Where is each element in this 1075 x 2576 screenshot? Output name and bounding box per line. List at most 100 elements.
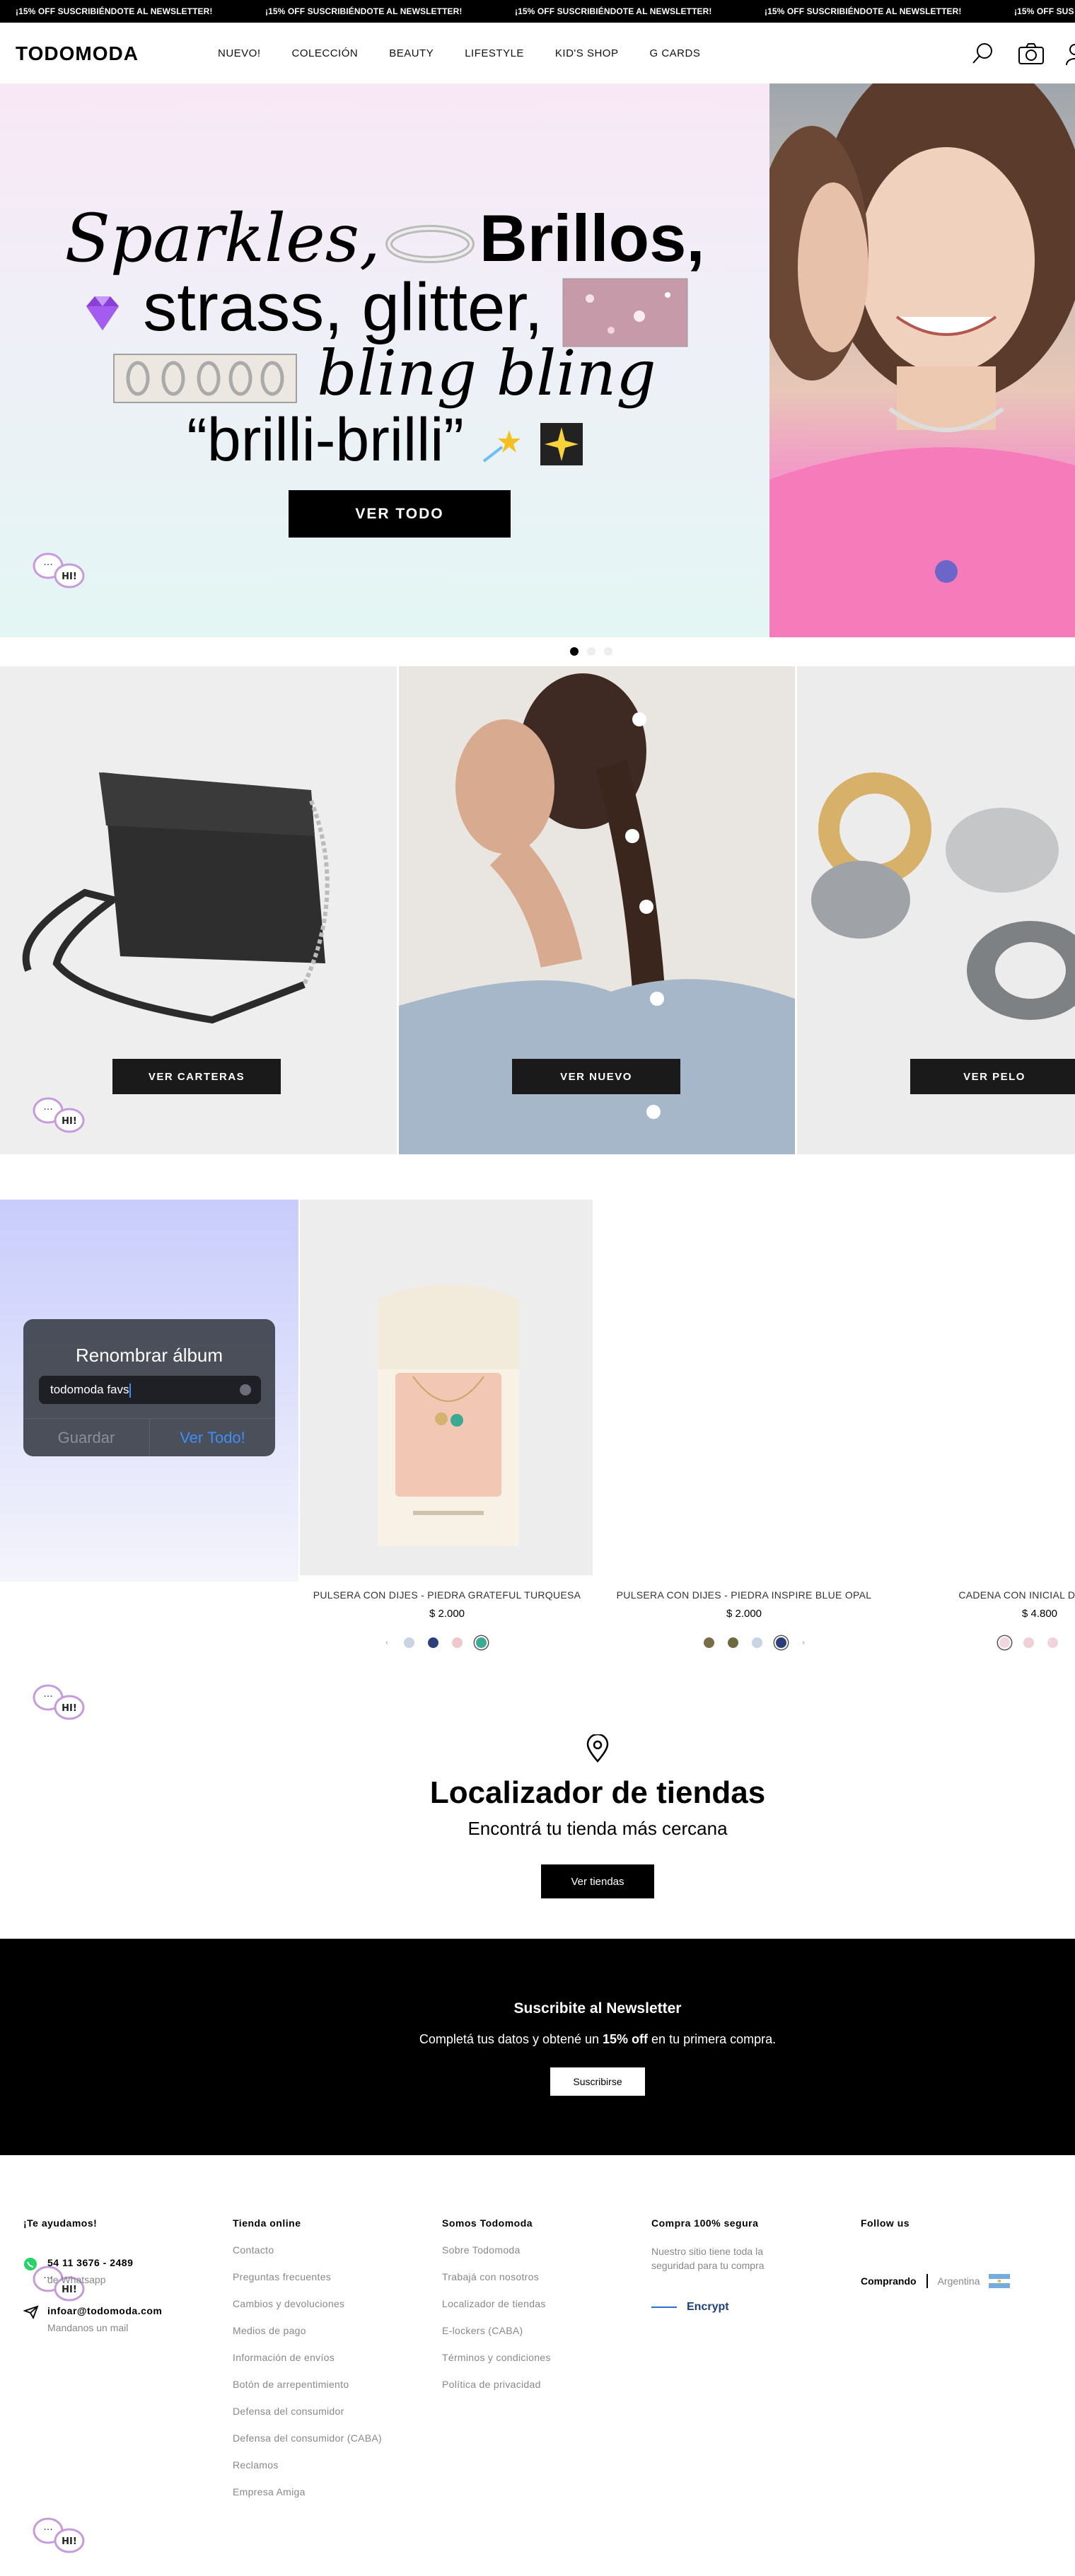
album-name-value: todomoda favs: [50, 1383, 129, 1396]
nav-item-gcards[interactable]: G CARDS: [649, 47, 700, 59]
country-label: Comprando: [861, 2275, 917, 2287]
footer-help: ¡Te ayudamos! 54 11 3676 - 2489 de Whats…: [23, 2217, 207, 2333]
save-button[interactable]: Guardar: [23, 1419, 149, 1456]
footer-link[interactable]: Trabajá con nosotros: [442, 2271, 626, 2282]
footer-phone[interactable]: 54 11 3676 - 2489 de Whatsapp: [23, 2257, 207, 2285]
chat-icon[interactable]: ··· HI!: [31, 2515, 88, 2555]
view-hair-button[interactable]: VER PELO: [910, 1059, 1075, 1094]
chat-icon[interactable]: ··· HI!: [31, 550, 88, 590]
subscribe-button[interactable]: Suscribirse: [550, 2067, 645, 2096]
main-nav: NUEVO! COLECCIÓN BEAUTY LIFESTYLE KID'S …: [218, 23, 731, 83]
product-image-3[interactable]: [891, 1200, 1075, 1575]
tile-bags[interactable]: VER CARTERAS: [0, 666, 397, 1154]
footer-link[interactable]: Botón de arrepentimiento: [233, 2379, 417, 2390]
swatch[interactable]: [728, 1637, 738, 1648]
hero-line-3: bling bling: [0, 337, 769, 410]
view-all-button[interactable]: VER TODO: [289, 490, 511, 538]
sparkle-icon: [540, 423, 583, 466]
hero-banner[interactable]: Sparkles, Brillos, strass, glitter, bling…: [0, 83, 1075, 637]
product-swatches-2: ›: [704, 1637, 807, 1648]
product-name-3[interactable]: CADENA CON INICIAL DE ACERO: [892, 1589, 1075, 1601]
album-name-input[interactable]: todomoda favs: [39, 1376, 261, 1404]
clear-icon[interactable]: [240, 1384, 251, 1396]
footer-link[interactable]: Sobre Todomoda: [442, 2244, 626, 2256]
footer-link[interactable]: Defensa del consumidor (CABA): [233, 2432, 417, 2444]
swatch[interactable]: [428, 1637, 438, 1648]
nav-item-beauty[interactable]: BEAUTY: [389, 47, 434, 59]
product-price-3: $ 4.800: [1021, 1608, 1058, 1620]
footer-email[interactable]: infoar@todomoda.com Mandanos un mail: [23, 2305, 207, 2333]
product-price-2: $ 2.000: [726, 1608, 762, 1620]
carousel-dot-1[interactable]: [570, 647, 579, 656]
hero-line-3-text: bling bling: [317, 337, 656, 410]
tile-new[interactable]: VER NUEVO: [399, 666, 795, 1154]
nav-item-coleccion[interactable]: COLECCIÓN: [292, 47, 359, 59]
swatch-selected[interactable]: [999, 1637, 1010, 1648]
footer-link[interactable]: Defensa del consumidor: [233, 2406, 417, 2417]
footer-link[interactable]: Cambios y devoluciones: [233, 2298, 417, 2309]
svg-text:HI!: HI!: [62, 572, 77, 582]
promo-text: ¡15% OFF SUSCRIBIÉNDOTE AL NEWSLETTER!: [765, 6, 962, 16]
footer-online-title: Tienda online: [233, 2217, 301, 2229]
nav-item-nuevo[interactable]: NUEVO!: [218, 47, 261, 59]
promo-text: ¡15% OFF SUSCRIBIÉNDOTE AL NEWSLETTER!: [265, 6, 463, 16]
rings-image: [113, 354, 298, 403]
swatch-prev-icon[interactable]: ‹: [383, 1639, 390, 1647]
svg-text:···: ···: [43, 2524, 52, 2536]
camera-icon[interactable]: [1017, 40, 1045, 68]
view-new-button[interactable]: VER NUEVO: [512, 1059, 680, 1094]
search-icon[interactable]: [969, 40, 997, 68]
product-image-1[interactable]: [300, 1200, 593, 1575]
product-image-2[interactable]: [595, 1200, 888, 1575]
product-price-1: $ 2.000: [429, 1608, 465, 1620]
footer-link[interactable]: E-lockers (CABA): [442, 2325, 626, 2336]
newsletter-section: Suscribite al Newsletter Completá tus da…: [0, 1939, 1075, 2155]
swatch-selected[interactable]: [476, 1637, 487, 1648]
footer-link[interactable]: Medios de pago: [233, 2325, 417, 2336]
carousel-dot-3[interactable]: [604, 647, 612, 656]
swatch-next-icon[interactable]: ›: [800, 1639, 807, 1647]
promo-text: ¡15% OFF SUS: [1014, 6, 1074, 16]
footer-email-address[interactable]: infoar@todomoda.com: [47, 2305, 207, 2316]
carousel-dot-2[interactable]: [587, 647, 595, 656]
swatch-selected[interactable]: [776, 1637, 786, 1648]
swatch[interactable]: [404, 1637, 414, 1648]
product-swatches-1: ‹: [383, 1637, 487, 1648]
hero-line-2-text: strass, glitter,: [143, 269, 543, 345]
user-icon[interactable]: [1065, 40, 1075, 68]
footer-online: Tienda online Contacto Preguntas frecuen…: [233, 2217, 417, 2497]
footer-link[interactable]: Preguntas frecuentes: [233, 2271, 417, 2282]
view-all-dialog-button[interactable]: Ver Todo!: [150, 1419, 275, 1456]
newsletter-title: Suscribite al Newsletter: [513, 2000, 682, 2017]
country-selector[interactable]: Comprando Argentina: [861, 2274, 1045, 2288]
logo[interactable]: TODOMODA: [16, 42, 139, 65]
encrypt-badge: Encrypt: [651, 2301, 807, 2314]
swatch[interactable]: [1047, 1637, 1058, 1648]
footer-email-sub: Mandanos un mail: [47, 2322, 129, 2333]
chat-icon[interactable]: ··· HI!: [31, 1682, 88, 1722]
swatch[interactable]: [452, 1637, 463, 1648]
nav-item-lifestyle[interactable]: LIFESTYLE: [465, 47, 524, 59]
view-bags-button[interactable]: VER CARTERAS: [112, 1059, 281, 1094]
product-name-1[interactable]: PULSERA CON DIJES - PIEDRA GRATEFUL TURQ…: [299, 1589, 595, 1601]
swatch[interactable]: [752, 1637, 762, 1648]
newsletter-text: Completá tus datos y obtené un 15% off e…: [419, 2032, 777, 2046]
footer-link[interactable]: Información de envíos: [233, 2352, 417, 2363]
view-stores-button[interactable]: Ver tiendas: [541, 1864, 654, 1898]
footer-link[interactable]: Términos y condiciones: [442, 2352, 626, 2363]
footer-link[interactable]: Reclamos: [233, 2459, 417, 2471]
nav-item-kids-shop[interactable]: KID'S SHOP: [555, 47, 619, 59]
swatch[interactable]: [1023, 1637, 1034, 1648]
footer-link[interactable]: Empresa Amiga: [233, 2486, 417, 2497]
footer-link[interactable]: Contacto: [233, 2244, 417, 2256]
footer-follow: Follow us Comprando Argentina: [861, 2217, 1045, 2288]
swatch[interactable]: [704, 1637, 714, 1648]
product-name-2[interactable]: PULSERA CON DIJES - PIEDRA INSPIRE BLUE …: [596, 1589, 892, 1601]
tile-hair[interactable]: VER PELO: [797, 666, 1075, 1154]
hero-line-2: strass, glitter,: [0, 269, 769, 348]
chat-icon[interactable]: ··· HI!: [31, 1095, 88, 1135]
footer-link[interactable]: Localizador de tiendas: [442, 2298, 626, 2309]
footer-phone-number[interactable]: 54 11 3676 - 2489: [47, 2257, 207, 2268]
footer-link[interactable]: Política de privacidad: [442, 2379, 626, 2390]
footer-phone-sub: de Whatsapp: [47, 2274, 106, 2285]
